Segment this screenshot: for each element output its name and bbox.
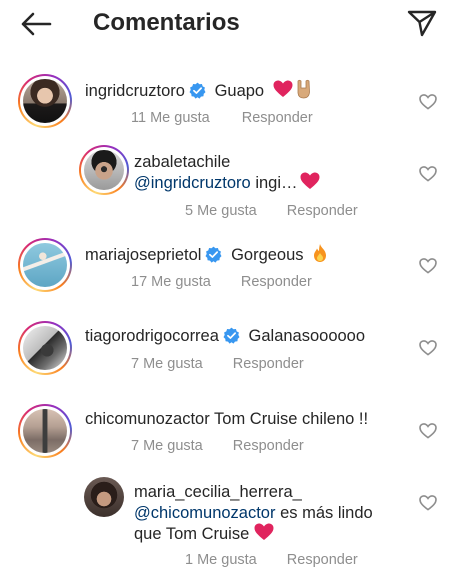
heart-outline-icon [419, 340, 437, 356]
comment-line: zabaletachile [134, 151, 230, 173]
fire-emoji-icon [314, 244, 327, 262]
like-count[interactable]: 17 Me gusta [131, 274, 211, 290]
like-button[interactable] [417, 493, 439, 513]
avatar-story-ring[interactable] [18, 238, 72, 292]
comment-line: @chicomunozactor es más lindo [134, 502, 373, 524]
comment-text: Guapo [214, 82, 265, 100]
like-button[interactable] [417, 256, 439, 276]
like-button[interactable] [417, 92, 439, 112]
avatar [84, 150, 124, 190]
comment-meta: 7 Me gusta Responder [131, 437, 304, 455]
comment-username[interactable]: maria_cecilia_herrera_ [134, 483, 302, 501]
heart-outline-icon [419, 423, 437, 439]
avatar [23, 409, 67, 453]
comment-username[interactable]: zabaletachile [134, 153, 230, 171]
red-heart-emoji-icon [300, 172, 319, 189]
heart-outline-icon [419, 495, 437, 511]
verified-badge-icon [189, 82, 206, 99]
comment-line: chicomunozactor Tom Cruise chileno !! [85, 408, 368, 430]
comment-username[interactable]: tiagorodrigocorrea [85, 327, 219, 345]
comment-text: Tom Cruise chileno !! [214, 410, 369, 428]
comment-line: maria_cecilia_herrera_ [134, 481, 302, 503]
share-button[interactable] [402, 5, 442, 41]
top-bar: Comentarios [0, 0, 452, 48]
red-heart-emoji-icon [254, 523, 274, 540]
like-count[interactable]: 11 Me gusta [131, 110, 210, 126]
reply-button[interactable]: Responder [241, 274, 312, 290]
page-title: Comentarios [93, 9, 240, 36]
avatar-story-ring[interactable] [18, 321, 72, 375]
reply-button[interactable]: Responder [233, 356, 304, 372]
paper-plane-icon [407, 10, 437, 37]
back-button[interactable] [14, 6, 58, 42]
comment-meta: 17 Me gusta Responder [131, 273, 312, 291]
comment-username[interactable]: mariajoseprietol [85, 246, 201, 264]
like-count[interactable]: 5 Me gusta [185, 203, 257, 219]
comment-line: mariajoseprietol Gorgeous [85, 243, 328, 266]
comment-meta: 1 Me gusta Responder [185, 551, 358, 569]
like-count[interactable]: 7 Me gusta [131, 356, 203, 372]
avatar-story-ring[interactable] [79, 145, 129, 195]
avatar-story-ring[interactable] [18, 404, 72, 458]
reply-button[interactable]: Responder [287, 552, 358, 568]
avatar[interactable] [84, 477, 124, 517]
comment-text-continued: que Tom Cruise [134, 525, 250, 543]
avatar [23, 79, 67, 123]
comment-text: es más lindo [280, 504, 373, 522]
like-count[interactable]: 7 Me gusta [131, 438, 203, 454]
like-button[interactable] [417, 164, 439, 184]
heart-outline-icon [419, 258, 437, 274]
verified-badge-icon [223, 327, 240, 344]
comment-text: ingi… [255, 174, 298, 192]
rock-hand-emoji-icon [297, 79, 310, 99]
comment-text: Gorgeous [231, 246, 304, 264]
reply-button[interactable]: Responder [233, 438, 304, 454]
comment-meta: 5 Me gusta Responder [185, 202, 358, 220]
comment-line: @ingridcruztoro ingi… [134, 172, 320, 194]
avatar [23, 243, 67, 287]
like-button[interactable] [417, 421, 439, 441]
comment-username[interactable]: ingridcruztoro [85, 82, 185, 100]
comment-username[interactable]: chicomunozactor [85, 410, 210, 428]
comment-line: tiagorodrigocorrea Galanasoooooo [85, 325, 365, 347]
like-count[interactable]: 1 Me gusta [185, 552, 257, 568]
comment-meta: 11 Me gusta Responder [131, 109, 313, 127]
comment-meta: 7 Me gusta Responder [131, 355, 304, 373]
comment-line: que Tom Cruise [134, 523, 274, 545]
comment-text: Galanasoooooo [248, 327, 366, 345]
like-button[interactable] [417, 338, 439, 358]
avatar-story-ring[interactable] [18, 74, 72, 128]
comment-line: ingridcruztoro Guapo [85, 79, 313, 102]
arrow-left-icon [21, 12, 52, 36]
avatar [23, 326, 67, 370]
reply-button[interactable]: Responder [242, 110, 313, 126]
red-heart-emoji-icon [273, 80, 293, 97]
mention-link[interactable]: @ingridcruztoro [134, 174, 251, 192]
verified-badge-icon [205, 246, 222, 263]
reply-button[interactable]: Responder [287, 203, 358, 219]
heart-outline-icon [419, 94, 437, 110]
mention-link[interactable]: @chicomunozactor [134, 504, 275, 522]
heart-outline-icon [419, 166, 437, 182]
